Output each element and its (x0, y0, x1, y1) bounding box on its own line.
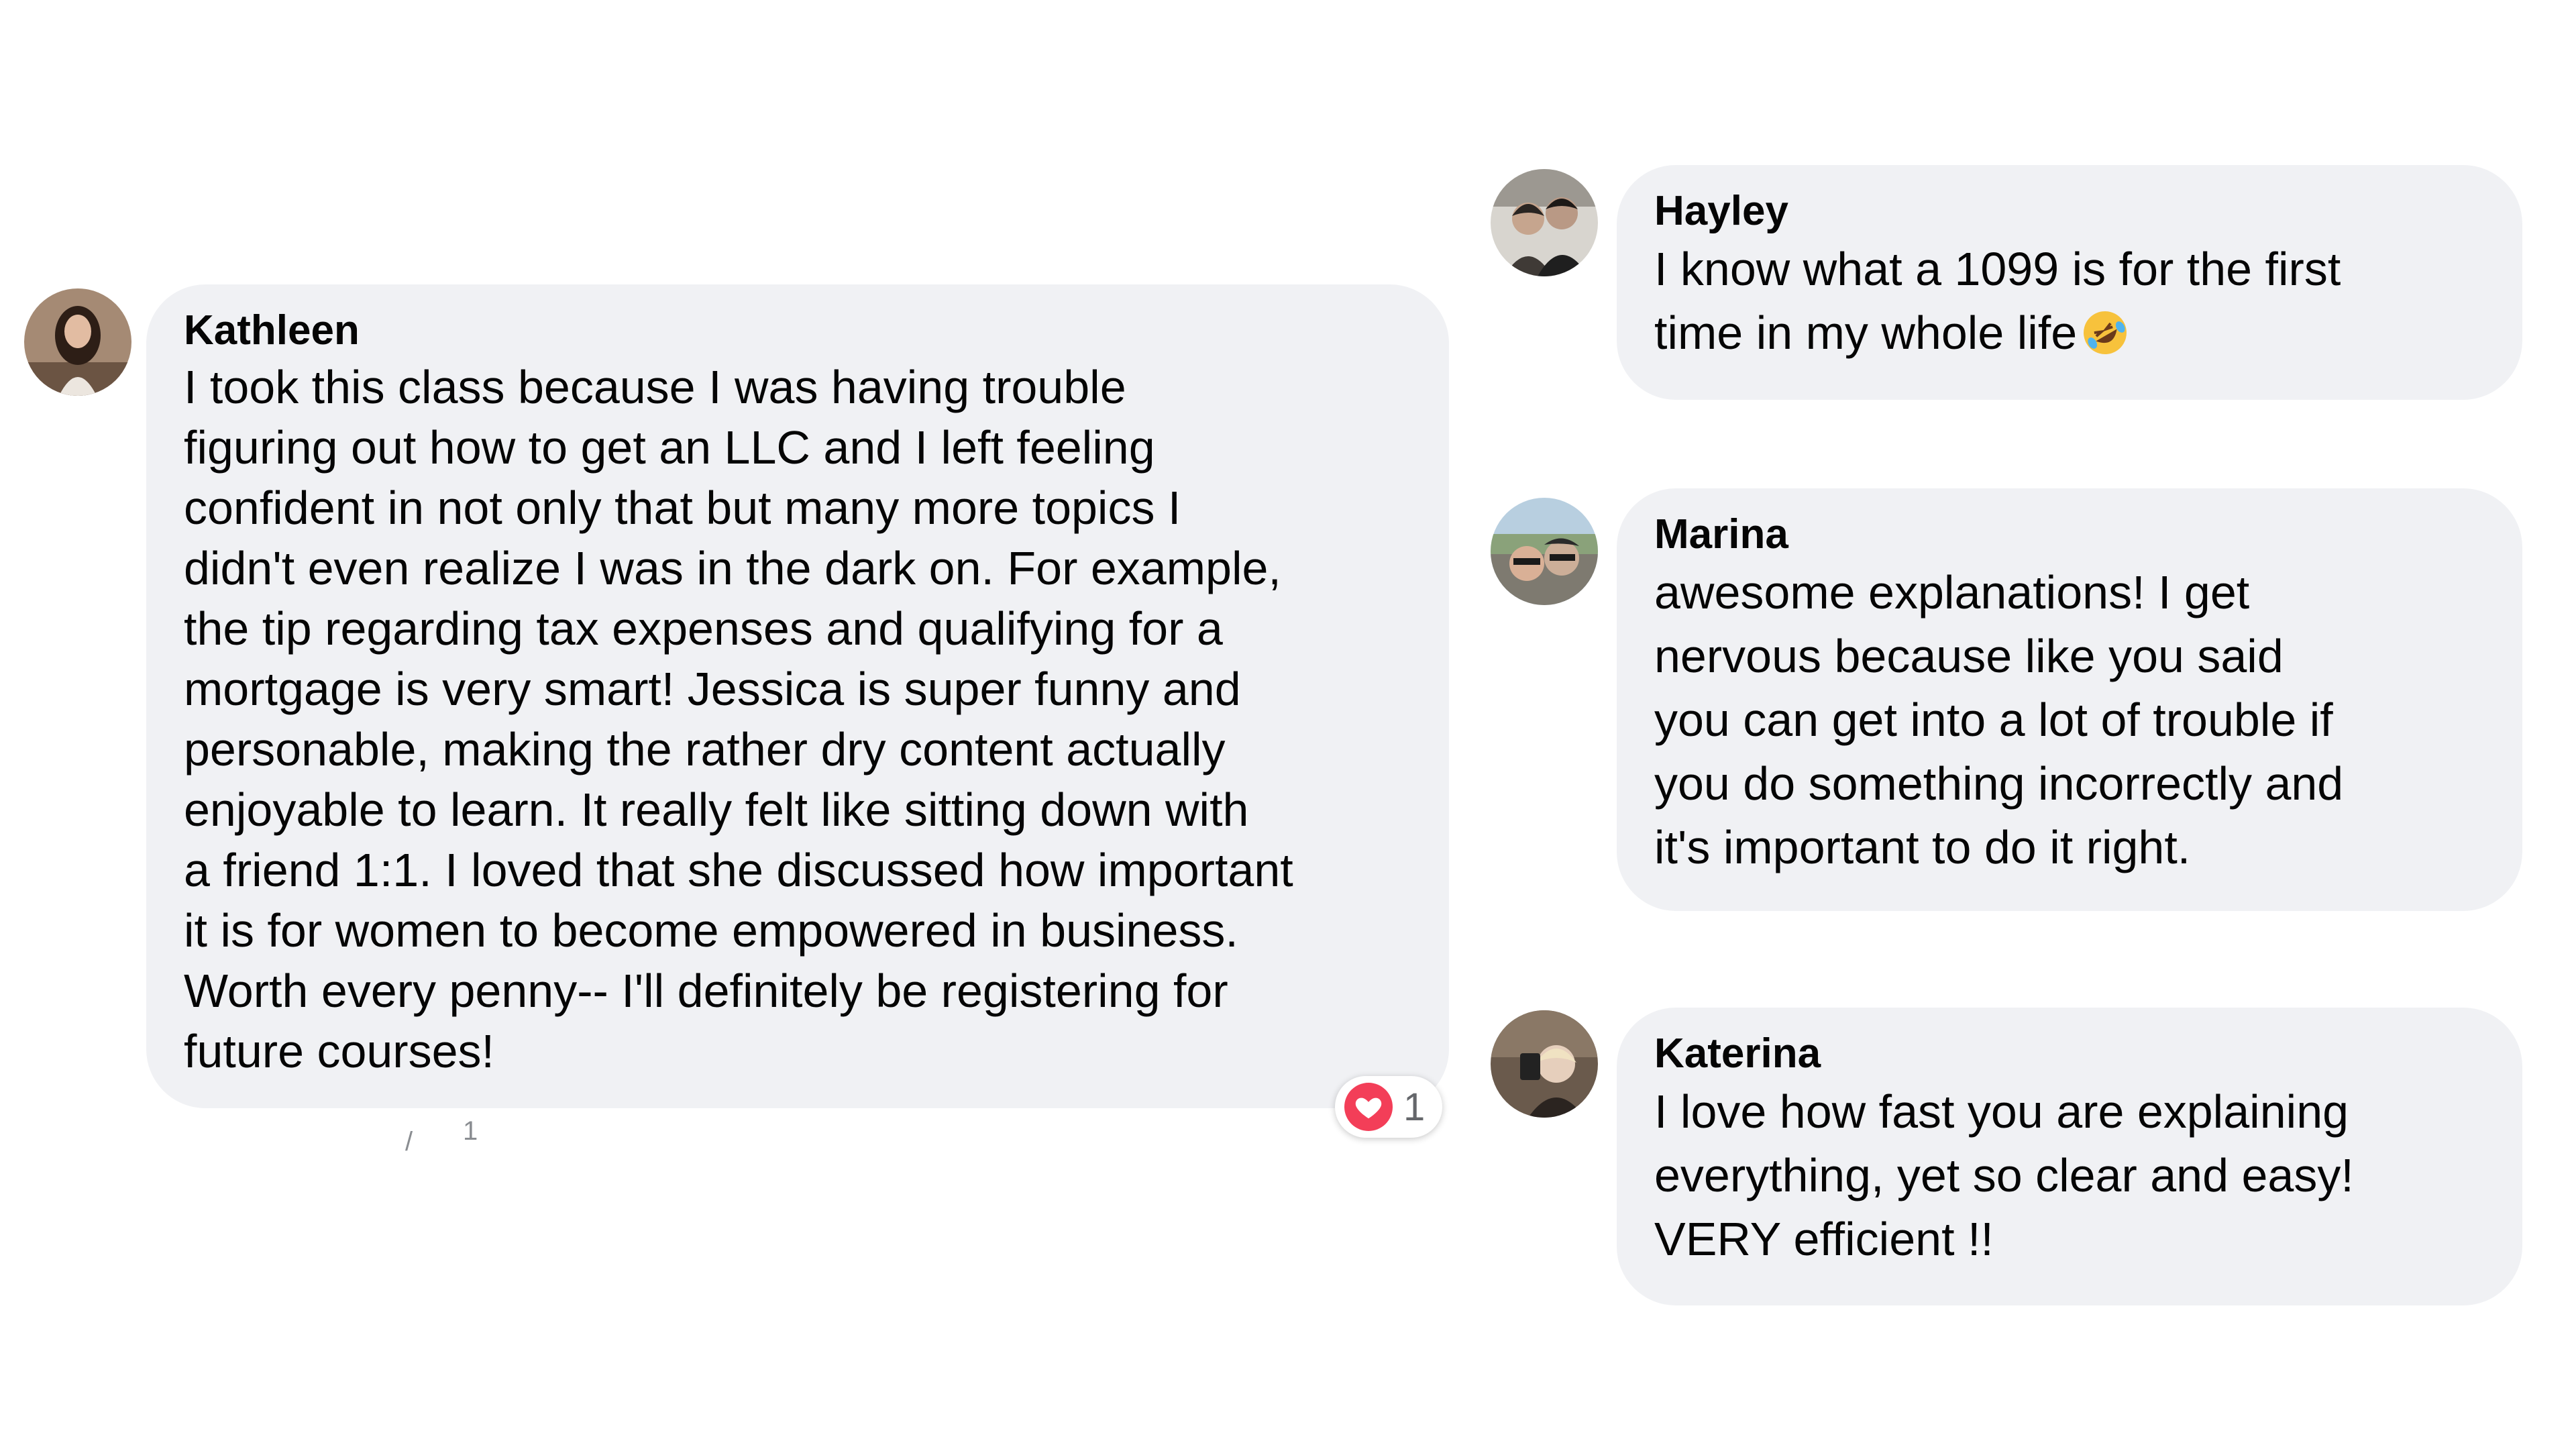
avatar-katerina-image (1491, 1010, 1598, 1118)
avatar-kathleen-image (24, 288, 131, 396)
reaction-count: 1 (1403, 1085, 1426, 1129)
commenter-name[interactable]: Katerina (1654, 1028, 2485, 1080)
comment-bubble-katerina: Katerina I love how fast you are explain… (1617, 1008, 2522, 1305)
avatar-hayley-image (1491, 169, 1598, 276)
commenter-name[interactable]: Marina (1654, 508, 2485, 561)
comments-canvas: Kathleen I took this class because I was… (0, 0, 2576, 1449)
comment-bubble-marina: Marina awesome explanations! I get nervo… (1617, 488, 2522, 911)
comment-bubble-kathleen: Kathleen I took this class because I was… (146, 284, 1449, 1108)
faint-count: 1 (463, 1116, 478, 1146)
avatar-katerina[interactable] (1491, 1010, 1598, 1118)
avatar-marina-image (1491, 498, 1598, 605)
rolling-on-floor-laughing-icon (2081, 309, 2129, 357)
heart-icon (1344, 1083, 1393, 1131)
comment-text: I know what a 1099 is for the first time… (1654, 237, 2485, 365)
faint-mark: / (405, 1127, 413, 1157)
comment-text: awesome explanations! I get nervous beca… (1654, 566, 2344, 873)
avatar-kathleen[interactable] (24, 288, 131, 396)
comment-text: I took this class because I was having t… (184, 361, 1293, 1077)
commenter-name[interactable]: Hayley (1654, 185, 2485, 237)
avatar-hayley[interactable] (1491, 169, 1598, 276)
avatar-marina[interactable] (1491, 498, 1598, 605)
reaction-badge[interactable]: 1 (1335, 1076, 1442, 1138)
commenter-name[interactable]: Kathleen (184, 305, 1411, 357)
comment-text: I love how fast you are explaining every… (1654, 1085, 2354, 1265)
comment-bubble-hayley: Hayley I know what a 1099 is for the fir… (1617, 165, 2522, 400)
comment-text-content: I know what a 1099 is for the first time… (1654, 243, 2341, 359)
